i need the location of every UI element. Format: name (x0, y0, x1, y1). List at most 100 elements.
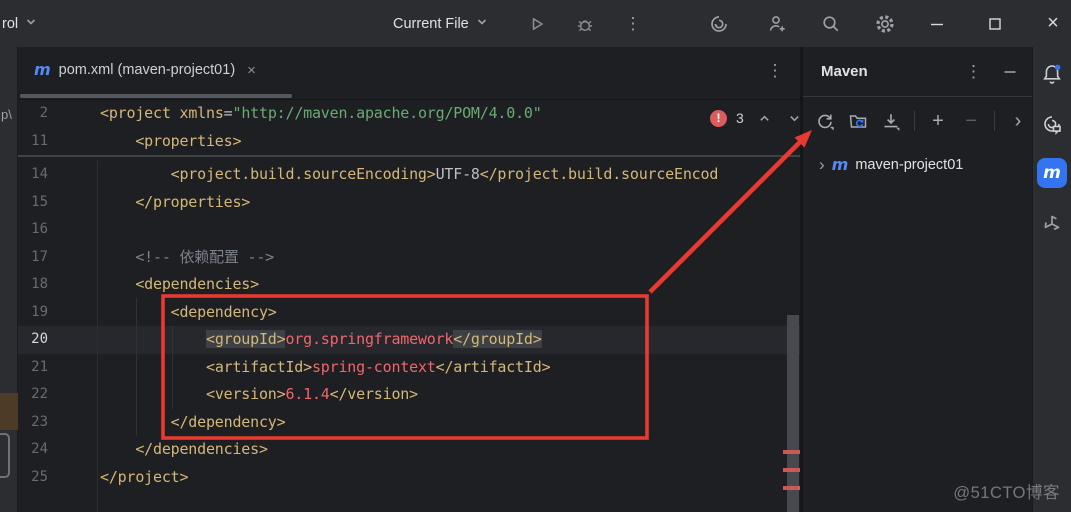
ai-assistant-button[interactable] (706, 11, 732, 37)
project-widget-label: rol (2, 15, 19, 32)
tab-pom-xml[interactable]: m pom.xml (maven-project01) × (20, 47, 270, 93)
code-text: <dependencies> (100, 275, 259, 293)
minus-icon: − (965, 110, 977, 132)
maven-tool-window-button[interactable]: m (1037, 158, 1067, 188)
maven-project-icon: m (831, 155, 849, 174)
background-window-outline (0, 433, 10, 478)
generate-sources-folders-button[interactable] (848, 111, 868, 131)
code-line[interactable]: 11 <properties> (18, 128, 800, 156)
code-text: </dependencies> (100, 440, 268, 458)
code-text: </properties> (100, 192, 251, 211)
editor-options-button[interactable]: ⋮ (762, 57, 788, 83)
more-actions-button[interactable]: ⋮ (620, 11, 646, 37)
add-maven-project-button[interactable]: + (928, 111, 948, 131)
code-line[interactable]: 16 (18, 216, 800, 244)
indent-guide (172, 326, 173, 409)
line-number: 25 (31, 468, 48, 485)
code-text: <version>6.1.4</version> (205, 385, 418, 403)
settings-button[interactable] (872, 11, 898, 37)
tab-scrollbar[interactable] (20, 94, 292, 98)
line-number: 22 (31, 386, 48, 402)
error-stripe-mark[interactable] (783, 450, 800, 454)
run-configuration-label: Current File (393, 15, 469, 32)
expand-node-icon[interactable]: › (819, 155, 825, 175)
code-line[interactable]: 2 <project xmlns="http://maven.apache.org… (18, 100, 800, 128)
line-number: 24 (31, 441, 48, 457)
code-line[interactable]: 15 </properties> (18, 189, 800, 217)
error-count: 3 (736, 110, 744, 126)
close-button[interactable]: × (1030, 0, 1071, 47)
gutter-separator (97, 161, 98, 512)
maven-panel-title: Maven (821, 63, 868, 80)
project-widget[interactable]: rol (2, 0, 38, 47)
add-user-button[interactable] (764, 11, 790, 37)
tab-label: pom.xml (maven-project01) (58, 62, 236, 78)
maximize-button[interactable] (972, 0, 1018, 47)
notifications-button[interactable] (1038, 60, 1066, 88)
ai-chat-button[interactable] (1038, 110, 1066, 138)
maven-tree-item-project[interactable]: › m maven-project01 (803, 150, 1032, 180)
run-configuration-widget[interactable]: Current File (393, 0, 489, 47)
chevron-right-icon: › (1014, 110, 1022, 132)
code-line[interactable]: 17 <!-- 依赖配置 --> (18, 244, 800, 272)
code-text: <dependency> (100, 302, 277, 321)
kebab-icon: ⋮ (624, 14, 642, 33)
reload-all-projects-button[interactable] (815, 111, 835, 131)
maven-icon: m (1043, 162, 1061, 183)
editor-scrollbar[interactable] (787, 315, 799, 512)
error-stripe-mark[interactable] (783, 468, 800, 472)
hide-panel-button[interactable] (1002, 64, 1018, 80)
code-text: <groupId>org.springframework</groupId> (205, 330, 542, 348)
line-number: 21 (31, 358, 48, 375)
left-window-strip: p\ (0, 47, 18, 512)
remove-maven-project-button[interactable]: − (961, 111, 981, 131)
maven-file-icon: m (34, 60, 51, 79)
line-number: 23 (31, 413, 48, 430)
background-window-fragment (0, 393, 18, 430)
plus-icon: + (932, 110, 944, 132)
debug-button[interactable] (572, 11, 598, 37)
title-bar: rol Current File ⋮ × (0, 0, 1071, 47)
next-error-button[interactable] (787, 111, 800, 126)
code-text: <project xmlns="http://maven.apache.org/… (100, 104, 542, 122)
code-text: </dependency> (100, 412, 286, 431)
previous-error-button[interactable] (757, 111, 772, 126)
kebab-icon: ⋮ (766, 60, 784, 80)
maven-options-button[interactable]: ⋮ (965, 63, 982, 80)
build-tools-button[interactable] (1038, 210, 1066, 238)
toolbar-divider (914, 111, 915, 131)
line-number: 16 (31, 221, 48, 237)
maven-toolbar: + − › (803, 97, 1032, 145)
download-sources-button[interactable] (881, 111, 901, 131)
minimize-button[interactable] (914, 0, 960, 47)
watermark: @51CTO博客 (953, 484, 1060, 502)
code-line[interactable]: 18 <dependencies> (18, 271, 800, 299)
search-button[interactable] (818, 11, 844, 37)
code-line[interactable]: 14 <project.build.sourceEncoding>UTF-8</… (18, 161, 800, 189)
line-number: 15 (31, 193, 48, 210)
code-line[interactable]: 24 </dependencies> (18, 436, 800, 464)
indent-guide (136, 298, 137, 436)
maven-header: Maven ⋮ (803, 47, 1032, 97)
close-icon: × (1047, 12, 1059, 34)
error-indicator-icon[interactable]: ! (710, 109, 727, 127)
editor-tab-bar: m pom.xml (maven-project01) × ⋮ (18, 47, 800, 100)
line-number: 11 (31, 132, 48, 149)
code-text: <properties> (100, 131, 242, 150)
code-line[interactable]: 25 </project> (18, 464, 800, 492)
run-button[interactable] (524, 11, 550, 37)
inspection-widget: ! 3 (710, 108, 800, 128)
right-tool-window-strip: m (1032, 47, 1071, 512)
error-stripe-mark[interactable] (783, 486, 800, 490)
line-number: 14 (31, 166, 48, 182)
toolbar-divider (994, 111, 995, 131)
maven-tool-window: Maven ⋮ + − › › m maven-project01 (800, 47, 1032, 512)
line-number: 19 (31, 303, 48, 320)
toolbar-expand-button[interactable]: › (1008, 111, 1028, 131)
sticky-lines-separator (18, 155, 800, 157)
code-text: <artifactId>spring-context</artifactId> (205, 357, 551, 376)
tab-close-icon[interactable]: × (247, 62, 256, 79)
code-text: <!-- 依赖配置 --> (100, 247, 275, 266)
code-editor[interactable]: 2 <project xmlns="http://maven.apache.org… (18, 100, 800, 512)
line-number: 18 (31, 276, 48, 292)
